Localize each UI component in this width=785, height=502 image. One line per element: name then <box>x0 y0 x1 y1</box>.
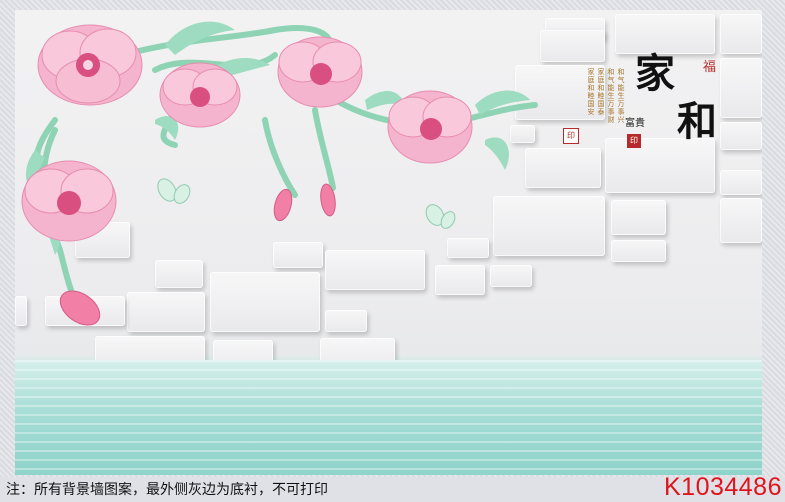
fugui-subtitle: 富貴 <box>625 118 645 129</box>
peony-flower <box>37 24 143 106</box>
red-seal: 印 <box>627 134 641 148</box>
peony-flower <box>159 62 241 128</box>
poem-column: 家庭和睦国安 <box>587 68 595 116</box>
fu-mark: 福 <box>703 60 717 75</box>
peony-flower <box>277 36 363 108</box>
background-wall-artwork: 家 和 福 和气能生万事兴 和气能生万事财 家庭和睦国泰 家庭和睦国安 富貴 印… <box>15 10 762 475</box>
small-seal: 印 <box>563 128 579 144</box>
peony-flower <box>21 160 117 242</box>
product-code: K1034486 <box>663 473 782 501</box>
poem-column: 和气能生万事财 <box>607 68 615 124</box>
poem-column: 家庭和睦国泰 <box>597 68 605 116</box>
calligraphy-char-jia: 家 <box>635 50 675 97</box>
calligraphy-title: 家 和 <box>635 54 717 142</box>
peony-flower <box>387 90 473 164</box>
calligraphy-char-he: 和 <box>677 98 717 145</box>
printing-note: 注：所有背景墙图案，最外侧灰边为底衬，不可打印 <box>6 482 328 498</box>
poem-column: 和气能生万事兴 <box>617 68 625 124</box>
